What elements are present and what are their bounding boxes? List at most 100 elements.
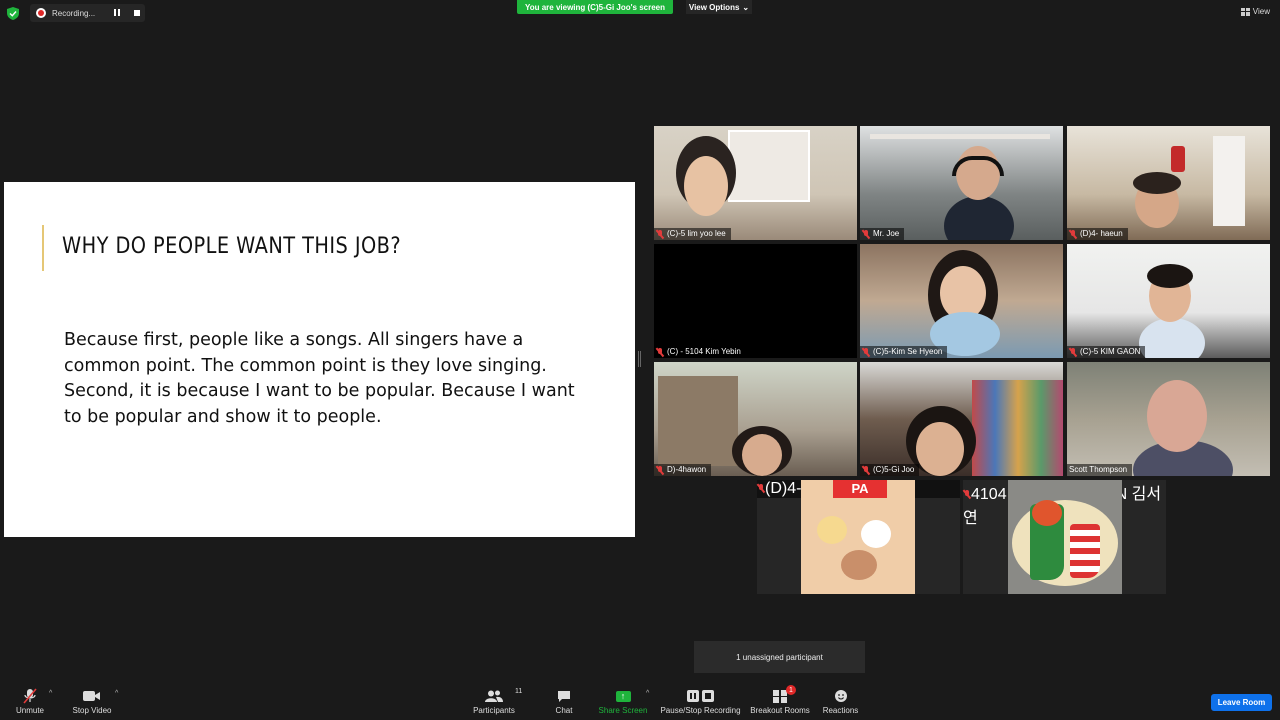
striped-stocking-shape: [1070, 524, 1100, 578]
participant-name: (C)-5 KIM GAON: [1080, 347, 1141, 356]
person-face: [742, 434, 782, 476]
viewing-banner: You are viewing (C)5-Gi Joo's screen: [517, 0, 673, 14]
participant-name-tag: D)-4hawon: [654, 464, 712, 476]
participant-name: (C)5-Kim Se Hyeon: [873, 347, 943, 356]
participant-name-tag: (C)-5 lim yoo lee: [654, 228, 731, 240]
security-shield-icon[interactable]: [7, 7, 19, 20]
participant-name: (C)-5 lim yoo lee: [667, 229, 726, 238]
share-options-caret-icon[interactable]: ^: [646, 690, 649, 697]
video-feed: [1067, 244, 1270, 358]
reactions-label: Reactions: [822, 706, 859, 715]
video-tile[interactable]: 4104 KIM SEO YEON 김서연: [963, 480, 1166, 594]
video-feed: [654, 244, 857, 358]
view-button[interactable]: View: [1240, 7, 1270, 16]
person-hair: [1133, 172, 1181, 194]
video-feed: [654, 362, 857, 476]
share-screen-button[interactable]: ↑ Share Screen: [598, 688, 648, 715]
view-grid-icon: [1240, 7, 1250, 16]
video-feed: [654, 126, 857, 240]
video-feed: [1067, 126, 1270, 240]
muted-mic-icon: [862, 465, 870, 475]
video-tile[interactable]: Scott Thompson: [1067, 362, 1270, 476]
video-feed: [860, 244, 1063, 358]
video-camera-icon: [83, 688, 101, 704]
muted-mic-icon: [656, 347, 664, 357]
pause-stop-recording-button[interactable]: Pause/Stop Recording: [660, 688, 741, 715]
wall-poster-shape: [1213, 136, 1245, 226]
title-accent-bar: [42, 225, 44, 271]
video-tile-active-speaker[interactable]: (C)5-Gi Joo: [860, 362, 1063, 476]
participants-icon: 11: [485, 688, 522, 704]
muted-mic-icon: [23, 688, 37, 704]
cartoon-character-shape: [861, 520, 891, 548]
video-tile[interactable]: PA (D)4-yeojin: [757, 480, 960, 594]
participant-name: Mr. Joe: [873, 229, 900, 238]
video-tile[interactable]: (C)5-Kim Se Hyeon: [860, 244, 1063, 358]
audio-options-caret-icon[interactable]: ^: [49, 690, 52, 697]
muted-mic-icon: [1069, 347, 1077, 357]
participant-name-tag: Scott Thompson: [1067, 464, 1133, 476]
stop-icon: [702, 690, 714, 702]
profile-picture: [1008, 480, 1122, 594]
participant-name-tag: (C) - 5104 Kim Yebin: [654, 346, 746, 358]
chat-label: Chat: [555, 706, 573, 715]
share-screen-icon-wrap: ↑: [615, 688, 631, 704]
stop-recording-icon[interactable]: [134, 10, 140, 16]
muted-mic-icon: [656, 229, 664, 239]
participant-name: Scott Thompson: [1069, 465, 1128, 474]
participant-name-tag: (C)5-Gi Joo: [860, 464, 920, 476]
slide-body: Because first, people like a songs. All …: [64, 330, 575, 427]
breakout-badge: 1: [786, 685, 796, 695]
recording-indicator: Recording...: [30, 4, 145, 22]
video-tile[interactable]: D)-4hawon: [654, 362, 857, 476]
leave-room-button[interactable]: Leave Room: [1211, 694, 1272, 711]
cartoon-character-shape: [817, 516, 847, 544]
pause-icon: [687, 690, 699, 702]
breakout-rooms-icon: 1: [773, 685, 796, 704]
muted-mic-icon: [757, 484, 765, 493]
participants-button[interactable]: 11 Participants: [473, 688, 522, 715]
view-options-button[interactable]: View Options ⌄: [686, 0, 752, 14]
share-screen-icon: ↑: [615, 690, 631, 702]
recording-label: Recording...: [52, 8, 96, 18]
badge-background-shape: [1012, 500, 1118, 586]
participants-label: Participants: [473, 706, 515, 715]
person-face: [1147, 380, 1207, 452]
breakout-rooms-label: Breakout Rooms: [750, 706, 810, 715]
participant-name-tag: Mr. Joe: [860, 228, 905, 240]
bookshelf-shape: [972, 380, 1063, 476]
video-tile[interactable]: (D)4- haeun: [1067, 126, 1270, 240]
splitter-handle[interactable]: [638, 351, 641, 367]
chevron-down-icon: ⌄: [742, 2, 750, 12]
video-tile[interactable]: (C) - 5104 Kim Yebin: [654, 244, 857, 358]
stop-video-label: Stop Video: [72, 706, 112, 715]
breakout-rooms-button[interactable]: 1 Breakout Rooms: [750, 685, 810, 715]
video-tile[interactable]: (C)-5 KIM GAON: [1067, 244, 1270, 358]
participant-name: (C)5-Gi Joo: [873, 465, 915, 474]
pause-recording-icon[interactable]: [114, 9, 122, 17]
person-body: [1139, 318, 1205, 358]
person-hair: [1147, 264, 1193, 288]
video-options-caret-icon[interactable]: ^: [115, 690, 118, 697]
view-options-label: View Options: [688, 2, 740, 12]
participant-name-tag: (C)-5 KIM GAON: [1067, 346, 1146, 358]
chat-button[interactable]: Chat: [553, 688, 575, 715]
red-bag-shape: [1171, 146, 1185, 172]
muted-mic-icon: [656, 465, 664, 475]
view-label: View: [1252, 7, 1270, 16]
reactions-button[interactable]: Reactions: [822, 688, 859, 715]
stop-video-button[interactable]: Stop Video: [71, 688, 113, 715]
participant-name: (D)4- haeun: [1080, 229, 1123, 238]
muted-mic-icon: [862, 229, 870, 239]
participants-count: 11: [515, 688, 523, 695]
pause-stop-recording-label: Pause/Stop Recording: [660, 706, 741, 715]
unmute-button[interactable]: Unmute: [15, 688, 45, 715]
pause-stop-icon: [687, 688, 714, 704]
participant-name: D)-4hawon: [667, 465, 707, 474]
sticker-graphic: PA: [833, 480, 887, 498]
muted-mic-icon: [1069, 229, 1077, 239]
cartoon-character-shape: [841, 550, 877, 580]
video-tile[interactable]: (C)-5 lim yoo lee: [654, 126, 857, 240]
video-tile[interactable]: Mr. Joe: [860, 126, 1063, 240]
fox-character-shape: [1032, 500, 1062, 526]
